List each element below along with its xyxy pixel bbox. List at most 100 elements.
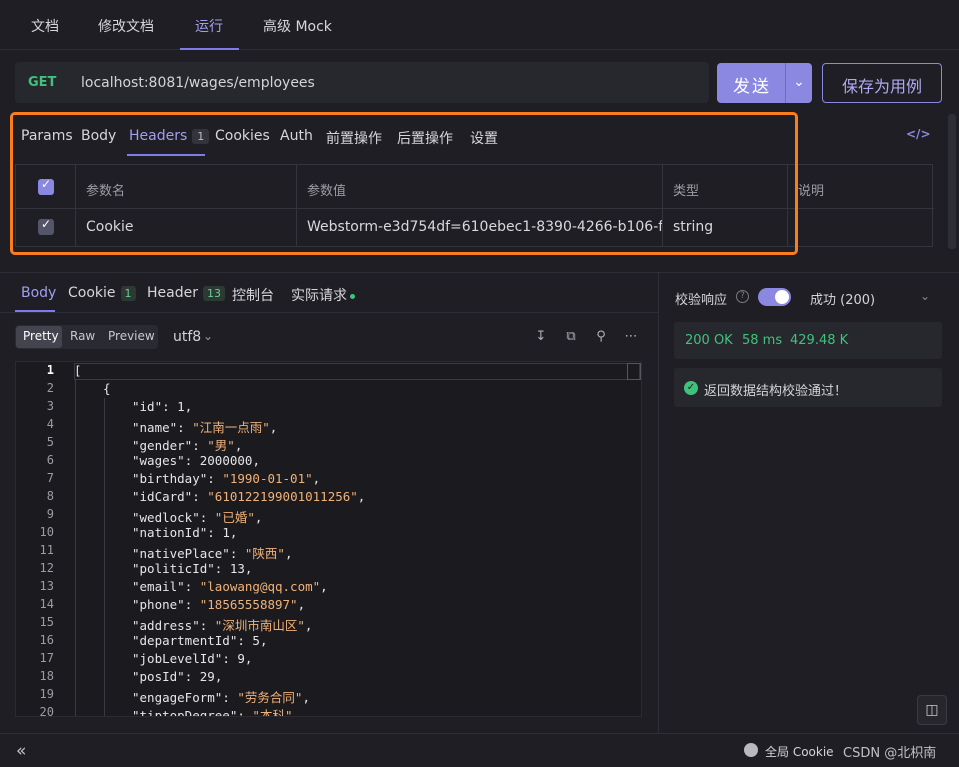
json-colon: : [199,618,215,633]
json-comma: , [259,633,268,648]
tab-advanced-mock[interactable]: 高级 Mock [263,16,332,36]
download-icon[interactable]: ↧ [533,329,549,345]
request-scrollbar[interactable] [948,114,956,249]
current-line-highlight [74,363,640,380]
resp-tab-body[interactable]: Body [21,285,56,301]
json-colon: : [192,438,208,453]
response-size: 429.48 K [790,333,849,348]
line-number: 18 [39,669,54,683]
minimap-viewport[interactable] [627,363,641,380]
json-comma: , [302,690,310,705]
json-comma: , [214,669,223,684]
chevron-down-icon[interactable]: ⌄ [920,289,930,303]
line-number: 8 [46,489,54,503]
resp-tab-cookie[interactable]: Cookie 1 [68,285,136,301]
json-colon: : [222,651,238,666]
json-comma: , [284,546,293,561]
code-line: "gender": "男", [132,435,242,454]
param-desc-cell[interactable] [788,209,934,247]
json-comma: , [244,651,253,666]
code-line: "nativePlace": "陕西", [132,543,293,562]
json-key: "departmentId" [132,633,238,648]
code-line: "name": "江南一点雨", [132,417,277,436]
code-line: "departmentId": 5, [132,633,267,648]
json-key: "name" [132,420,178,435]
json-comma: , [229,525,238,540]
json-colon: : [237,633,253,648]
code-line: "id": 1, [132,399,192,414]
json-value: 9 [237,651,245,666]
bottom-status-bar: « 全局 Cookie CSDN @北枳南 [0,733,959,767]
resp-tab-actual-request[interactable]: 实际请求 [291,285,355,305]
cookie-count-badge: 1 [120,286,136,301]
highlight-annotation [10,112,798,255]
layout-icon[interactable]: ◫ [917,695,947,725]
line-number: 2 [46,381,54,395]
json-key: "phone" [132,597,185,612]
json-colon: : [207,471,223,486]
json-colon: : [192,489,208,504]
more-icon[interactable]: ⋯ [623,329,639,345]
code-line: "phone": "18565558897", [132,597,305,612]
json-comma: , [184,399,193,414]
line-number: 17 [39,651,54,665]
encoding-select[interactable]: utf8 [173,329,201,345]
search-icon[interactable]: ⚲ [593,329,609,345]
chevron-down-icon[interactable]: ⌄ [203,329,213,343]
url-input[interactable]: localhost:8081/wages/employees [81,75,315,91]
global-cookie-button[interactable]: 全局 Cookie [765,743,834,760]
line-number: 19 [39,687,54,701]
code-line: "email": "laowang@qq.com", [132,579,328,594]
code-line: [ [74,363,82,378]
line-number: 3 [46,399,54,413]
send-divider [785,63,786,103]
json-value: "劳务合同" [237,690,303,705]
active-tab-indicator [180,48,239,50]
tab-run[interactable]: 运行 [195,16,223,36]
tab-docs[interactable]: 文档 [31,16,59,36]
line-number: 7 [46,471,54,485]
send-button[interactable]: 发送 ⌄ [717,63,812,103]
cookie-icon[interactable] [744,743,758,757]
toggle-knob [775,290,789,304]
json-colon: : [177,420,193,435]
json-colon: : [162,399,178,414]
code-line: { [103,381,111,396]
json-value: "本科" [252,708,293,717]
json-key: "politicId" [132,561,215,576]
line-number: 1 [46,363,54,377]
view-mode-pretty[interactable]: Pretty [23,329,59,343]
json-colon: : [229,546,245,561]
help-icon[interactable]: ? [736,290,749,303]
expand-chevrons-icon[interactable]: « [16,741,26,761]
url-bar[interactable]: GET localhost:8081/wages/employees [15,62,709,103]
validation-status-select[interactable]: 成功 (200) [810,289,875,308]
json-value: "laowang@qq.com" [199,579,321,594]
json-comma: , [244,561,253,576]
save-as-case-button[interactable]: 保存为用例 [822,63,942,103]
http-method[interactable]: GET [28,75,56,90]
code-line: "posId": 29, [132,669,222,684]
view-mode-preview[interactable]: Preview [108,329,155,343]
json-value: "18565558897" [199,597,298,612]
json-colon: : [222,690,238,705]
json-key: "idCard" [132,489,193,504]
validation-panel: 校验响应 ? 成功 (200) ⌄ 200 OK 58 ms 429.48 K … [658,273,959,733]
active-response-tab-indicator [15,310,55,312]
validate-toggle[interactable] [758,288,791,306]
chevron-down-icon[interactable]: ⌄ [789,69,809,95]
json-colon: : [199,510,215,525]
copy-icon[interactable]: ⧉ [563,329,579,345]
resp-tab-header[interactable]: Header 13 [147,285,225,301]
response-body-editor[interactable]: 1 2 3 4 5 6 7 8 9 10 11 12 13 14 15 16 17 18 19 20 [{"id": … [15,361,642,717]
json-key: "engageForm" [132,690,223,705]
resp-tab-console[interactable]: 控制台 [232,285,274,305]
line-number: 9 [46,507,54,521]
view-mode-raw[interactable]: Raw [70,329,95,343]
tab-edit-docs[interactable]: 修改文档 [98,16,154,36]
json-value: 5 [252,633,260,648]
top-tab-bar: 文档 修改文档 运行 高级 Mock [0,0,959,50]
code-icon[interactable]: </> [906,127,931,141]
code-line: "wedlock": "已婚", [132,507,262,526]
json-key: "posId" [132,669,185,684]
